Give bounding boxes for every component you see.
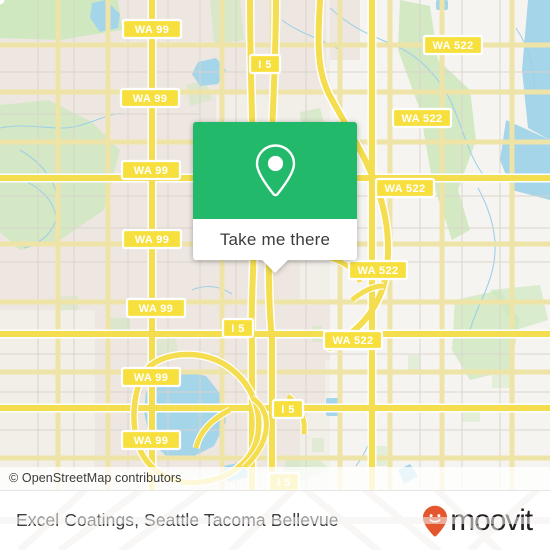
svg-text:WA 99: WA 99 [134,435,169,447]
road-shield: WA 99 [125,297,187,319]
road-shield: WA 522 [347,259,409,281]
svg-text:I 5: I 5 [258,59,271,71]
road-shield: WA 99 [120,366,182,388]
moovit-map-card: WA 99 WA 522 I 5 WA 99 WA 522 WA 99 WA 522 WA 9… [0,0,550,550]
road-shield: I 5 [221,317,255,339]
svg-text:WA 522: WA 522 [401,113,442,125]
moovit-wordmark: moovit [450,503,533,537]
road-shield: WA 522 [391,107,453,129]
svg-text:I 5: I 5 [281,404,294,416]
road-shield: I 5 [248,53,282,75]
road-shield: I 5 [271,398,305,420]
footer-bar: Excel Coatings, Seattle Tacoma Bellevue … [0,490,550,550]
take-me-there-callout[interactable]: Take me there [193,122,357,273]
svg-text:WA 99: WA 99 [134,372,169,384]
moovit-pin-smiley-icon [423,505,448,536]
svg-text:WA 522: WA 522 [332,335,373,347]
svg-text:WA 99: WA 99 [134,165,169,177]
svg-text:WA 522: WA 522 [384,183,425,195]
road-shield: WA 99 [120,159,182,181]
callout-icon-area [193,122,357,219]
road-shield: WA 99 [121,228,183,250]
callout-action-area[interactable]: Take me there [193,219,357,273]
road-shield: WA 99 [119,87,181,109]
road-shield: WA 99 [120,429,182,451]
road-shield: WA 522 [374,177,436,199]
moovit-brand[interactable]: moovit [422,503,533,537]
road-shield: WA 522 [422,34,484,56]
place-title: Excel Coatings, Seattle Tacoma Bellevue [16,510,339,530]
svg-text:WA 522: WA 522 [357,265,398,277]
svg-text:WA 99: WA 99 [139,303,174,315]
road-shield: WA 522 [322,329,384,351]
svg-text:WA 522: WA 522 [432,40,473,52]
svg-text:WA 99: WA 99 [133,93,168,105]
road-shield: WA 99 [121,18,183,40]
map-pin-icon [255,144,295,197]
svg-text:I 5: I 5 [231,323,244,335]
osm-attribution: © OpenStreetMap contributors [0,467,550,490]
svg-text:WA 99: WA 99 [135,234,170,246]
callout-label: Take me there [219,229,331,249]
callout-pointer [261,259,289,273]
svg-text:WA 99: WA 99 [135,24,170,36]
